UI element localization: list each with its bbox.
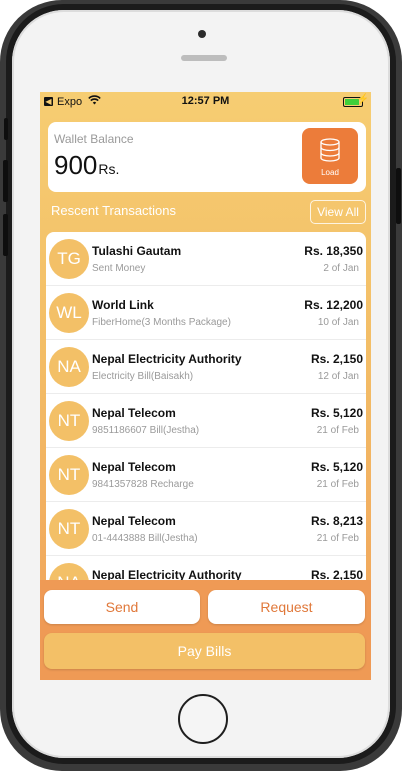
recent-transactions-title: Rescent Transactions [51, 203, 177, 218]
transaction-name: Nepal Electricity Authority [92, 352, 242, 366]
earpiece-speaker [181, 55, 227, 61]
wallet-balance-card: Wallet Balance 900Rs. Load [48, 122, 366, 192]
transaction-description: Sent Money [92, 263, 146, 274]
load-button-label: Load [321, 168, 339, 177]
power-button [396, 168, 401, 224]
transaction-name: Nepal Telecom [92, 460, 176, 474]
transaction-amount: Rs. 5,120 [310, 406, 363, 420]
avatar: NT [49, 509, 89, 549]
charging-icon: ⚡ [356, 94, 369, 105]
transaction-row[interactable]: NT Nepal Telecom 9841357828 Recharge Rs.… [46, 448, 366, 502]
transaction-description: 9851186607 Bill(Jestha) [92, 425, 200, 436]
wallet-amount-unit: Rs. [98, 161, 120, 177]
volume-down-button [3, 214, 8, 256]
transaction-date: 21 of Feb [316, 425, 359, 436]
transaction-date: 21 of Feb [316, 533, 359, 544]
transaction-amount: Rs. 5,120 [310, 460, 363, 474]
front-camera [198, 30, 206, 38]
mute-switch [4, 118, 8, 140]
transaction-description: FiberHome(3 Months Package) [92, 317, 231, 328]
app-screen: ◀ Expo 12:57 PM ⚡ Wallet Balance 900Rs. [40, 92, 371, 680]
transaction-description: 01-4443888 Bill(Jestha) [92, 533, 198, 544]
recent-transactions-header: Rescent Transactions View All [48, 200, 366, 224]
home-button[interactable] [178, 694, 228, 744]
status-time: 12:57 PM [181, 95, 230, 107]
view-all-button[interactable]: View All [310, 200, 366, 224]
transaction-amount: Rs. 8,213 [310, 514, 363, 528]
transaction-date: 21 of Feb [316, 479, 359, 490]
transaction-name: World Link [92, 298, 154, 312]
transaction-description: 9841357828 Recharge [92, 479, 194, 490]
volume-up-button [3, 160, 8, 202]
transaction-name: Tulashi Gautam [92, 244, 182, 258]
avatar: NA [49, 347, 89, 387]
transaction-name: Nepal Telecom [92, 406, 176, 420]
transactions-list: TG Tulashi Gautam Sent Money Rs. 18,350 … [46, 232, 366, 592]
send-button[interactable]: Send [44, 590, 200, 624]
request-button[interactable]: Request [208, 590, 365, 624]
transaction-row[interactable]: NT Nepal Telecom 01-4443888 Bill(Jestha)… [46, 502, 366, 556]
status-bar: ◀ Expo 12:57 PM ⚡ [40, 92, 371, 112]
wallet-balance-label: Wallet Balance [54, 132, 134, 146]
pay-bills-button[interactable]: Pay Bills [44, 633, 365, 669]
transaction-description: Electricity Bill(Baisakh) [92, 371, 194, 382]
transaction-row[interactable]: TG Tulashi Gautam Sent Money Rs. 18,350 … [46, 232, 366, 286]
transaction-date: 12 of Jan [317, 371, 359, 382]
transaction-row[interactable]: NT Nepal Telecom 9851186607 Bill(Jestha)… [46, 394, 366, 448]
transaction-row[interactable]: WL World Link FiberHome(3 Months Package… [46, 286, 366, 340]
wallet-amount-value: 900 [54, 150, 98, 180]
transaction-amount: Rs. 18,350 [304, 244, 363, 258]
wallet-balance-amount: 900Rs. [54, 150, 119, 181]
avatar: NT [49, 455, 89, 495]
transaction-amount: Rs. 2,150 [310, 352, 363, 366]
avatar: NT [49, 401, 89, 441]
transaction-date: 10 of Jan [317, 317, 359, 328]
transaction-amount: Rs. 12,200 [304, 298, 363, 312]
transaction-date: 2 of Jan [323, 263, 359, 274]
transaction-row[interactable]: NA Nepal Electricity Authority Electrici… [46, 340, 366, 394]
database-icon [302, 138, 358, 166]
transaction-name: Nepal Telecom [92, 514, 176, 528]
avatar: WL [49, 293, 89, 333]
load-button[interactable]: Load [302, 128, 358, 184]
avatar: TG [49, 239, 89, 279]
